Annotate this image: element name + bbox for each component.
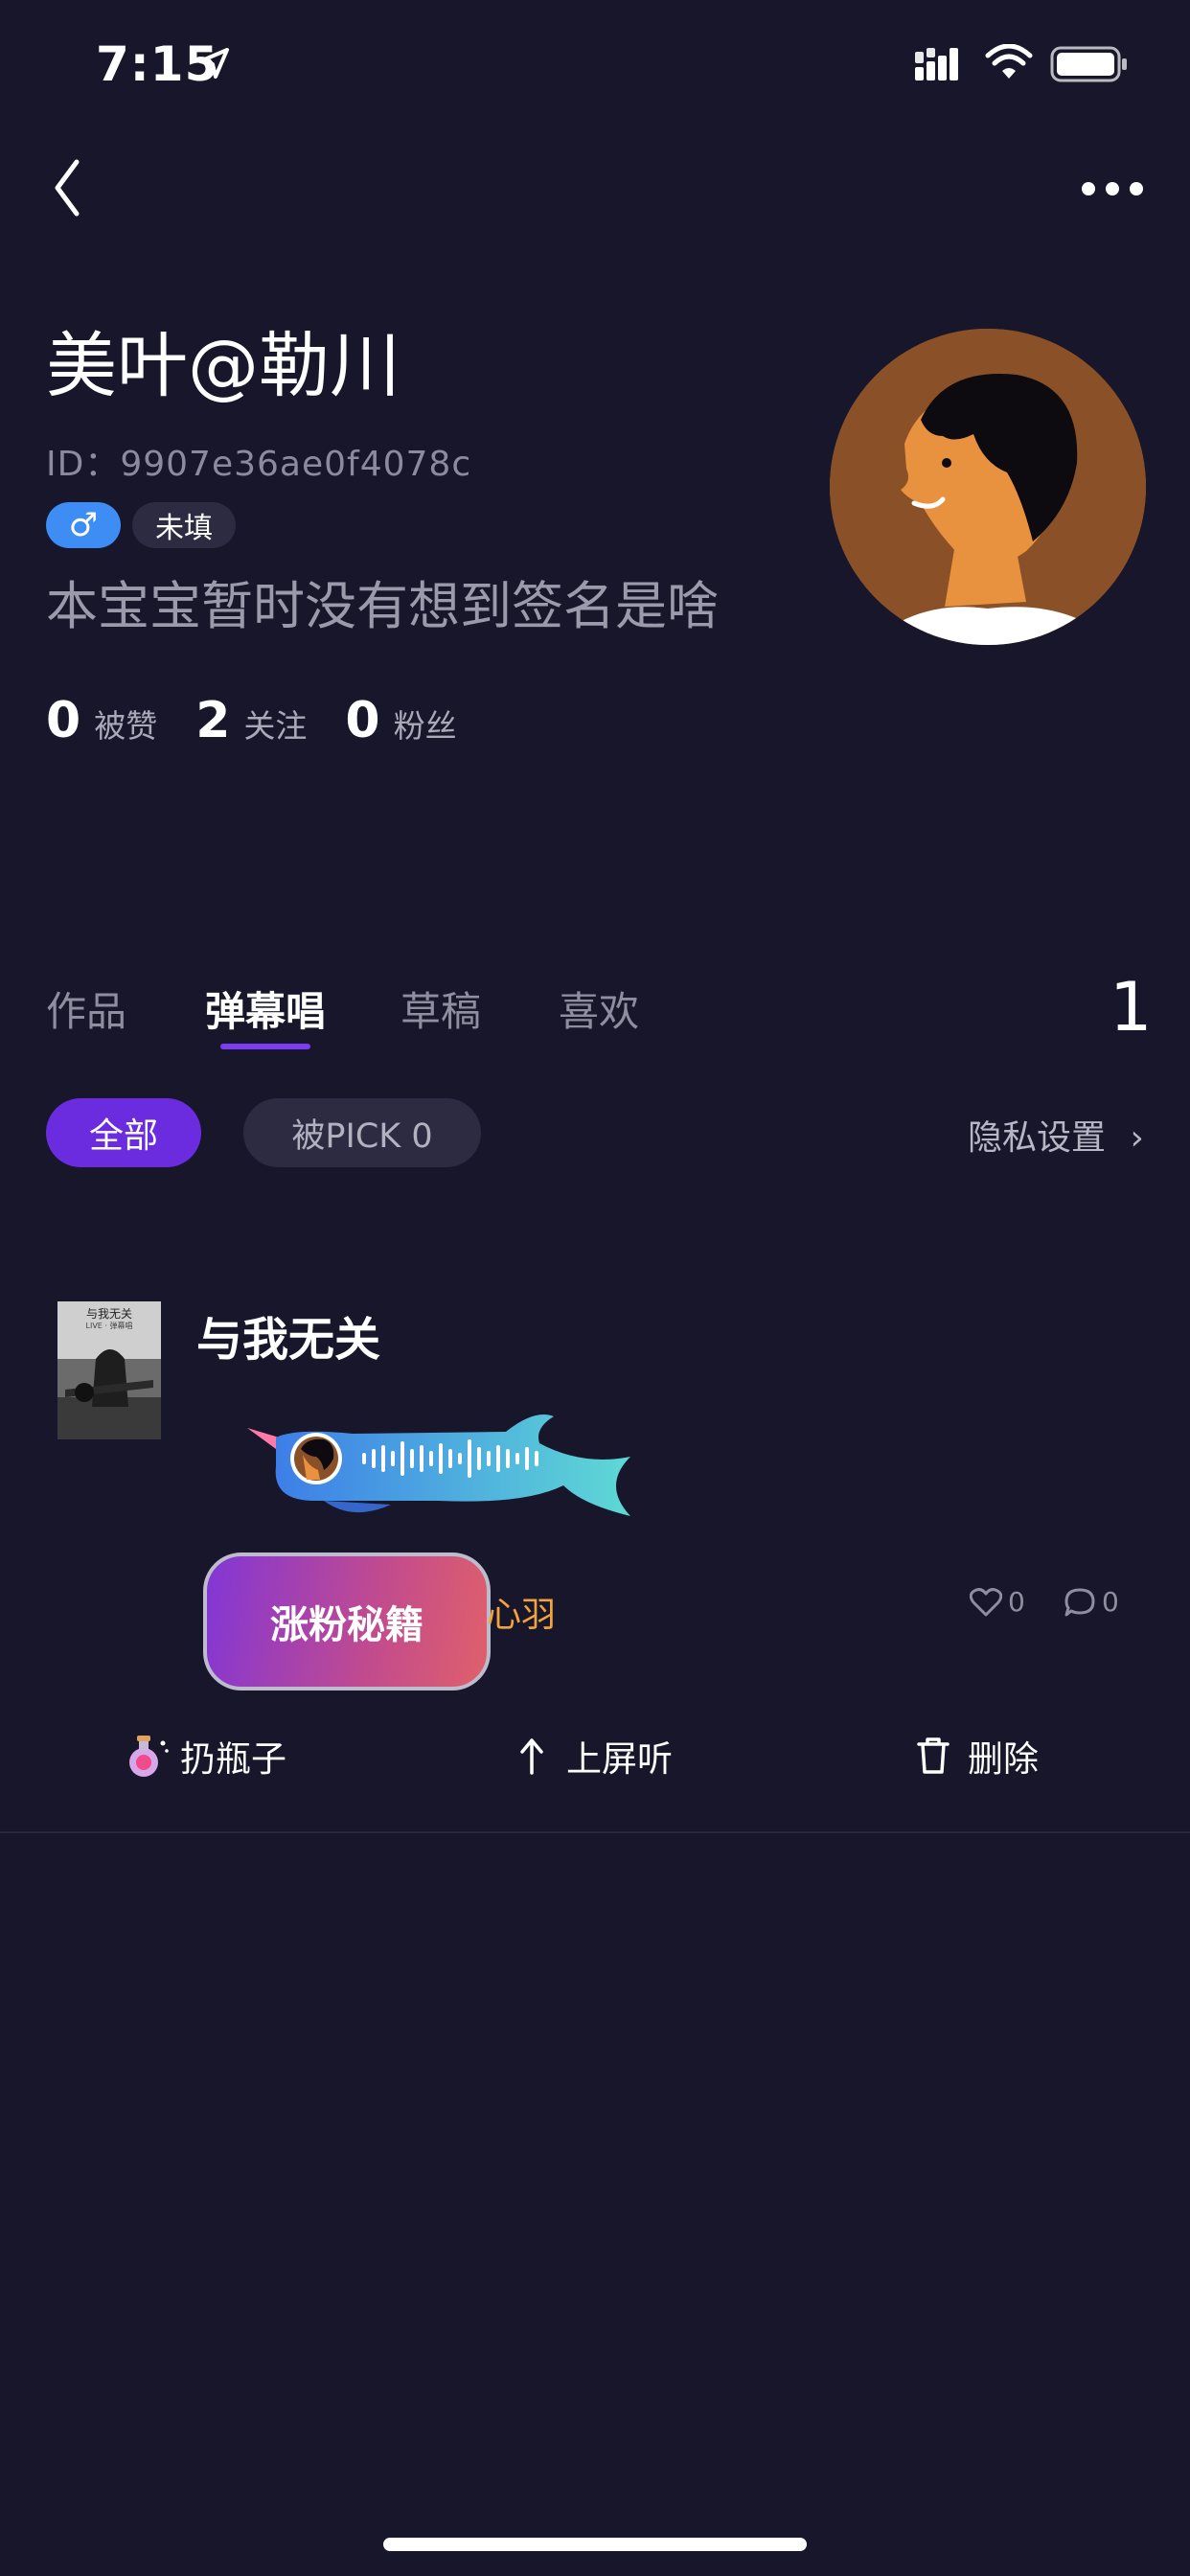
- avatar[interactable]: [830, 329, 1146, 645]
- tab-active-indicator: [220, 1044, 310, 1049]
- tab-likes[interactable]: 喜欢: [559, 979, 639, 1038]
- likes-label: 被赞: [94, 707, 158, 745]
- comment-icon: [1064, 1588, 1095, 1616]
- chevron-right-icon: ›: [1130, 1118, 1144, 1158]
- delete-button[interactable]: 删除: [916, 1730, 1039, 1782]
- tab-item-count: 1: [1110, 968, 1153, 1046]
- profile-name: 美叶@勒川: [46, 325, 400, 407]
- tab-danmu-sing[interactable]: 弹幕唱: [205, 979, 326, 1038]
- bottle-icon: [129, 1736, 169, 1777]
- following-count[interactable]: 2: [195, 692, 230, 749]
- like-count: 0: [1008, 1586, 1025, 1618]
- privacy-settings-link[interactable]: 隐私设置 ›: [968, 1110, 1144, 1160]
- tab-works[interactable]: 作品: [46, 979, 126, 1038]
- filter-pick-chip[interactable]: 被PICK 0: [243, 1098, 481, 1167]
- like-button[interactable]: 0: [970, 1586, 1025, 1618]
- throw-bottle-button[interactable]: 扔瓶子: [123, 1730, 286, 1782]
- comment-count: 0: [1102, 1586, 1119, 1618]
- profile-stats: 0 被赞 2 关注 0 粉丝: [46, 692, 495, 749]
- cover-title: 与我无关: [85, 1307, 132, 1321]
- divider: [0, 1831, 1190, 1833]
- author-name[interactable]: 心羽: [487, 1587, 556, 1637]
- delete-label: 删除: [968, 1738, 1039, 1780]
- song-title[interactable]: 与我无关: [196, 1301, 380, 1368]
- profile-id: ID：9907e36ae0f4078c: [46, 445, 472, 484]
- upload-arrow-icon: [520, 1738, 543, 1775]
- gender-badge: ♂: [46, 502, 121, 548]
- onscreen-listen-button[interactable]: 上屏听: [518, 1730, 673, 1782]
- onscreen-listen-label: 上屏听: [566, 1738, 673, 1780]
- heart-icon: [970, 1587, 1002, 1616]
- tab-drafts[interactable]: 草稿: [400, 979, 481, 1038]
- fans-label[interactable]: 粉丝: [394, 701, 457, 747]
- grow-fans-tips-button[interactable]: 涨粉秘籍: [203, 1552, 491, 1690]
- fans-count[interactable]: 0: [345, 692, 379, 749]
- signal-icon: [915, 48, 958, 80]
- back-icon[interactable]: [50, 158, 84, 218]
- throw-bottle-label: 扔瓶子: [180, 1738, 286, 1780]
- profile-signature: 本宝宝暂时没有想到签名是啥: [46, 576, 719, 636]
- following-label[interactable]: 关注: [243, 701, 307, 747]
- wifi-icon: [985, 44, 1033, 79]
- unset-tag: 未填: [132, 502, 236, 548]
- privacy-settings-label: 隐私设置: [968, 1118, 1107, 1158]
- home-indicator[interactable]: [383, 2538, 807, 2551]
- filter-all-chip[interactable]: 全部: [46, 1098, 201, 1167]
- battery-icon: [1050, 46, 1127, 82]
- location-arrow-icon: [198, 48, 229, 79]
- likes-count: 0: [46, 692, 81, 749]
- whale-voice-bubble[interactable]: [247, 1409, 650, 1552]
- more-icon[interactable]: [1081, 180, 1144, 197]
- cover-subtitle: LIVE · 弹幕唱: [85, 1322, 133, 1330]
- comment-button[interactable]: 0: [1064, 1586, 1119, 1618]
- song-cover[interactable]: 与我无关 LIVE · 弹幕唱: [57, 1301, 161, 1439]
- trash-icon: [917, 1737, 950, 1774]
